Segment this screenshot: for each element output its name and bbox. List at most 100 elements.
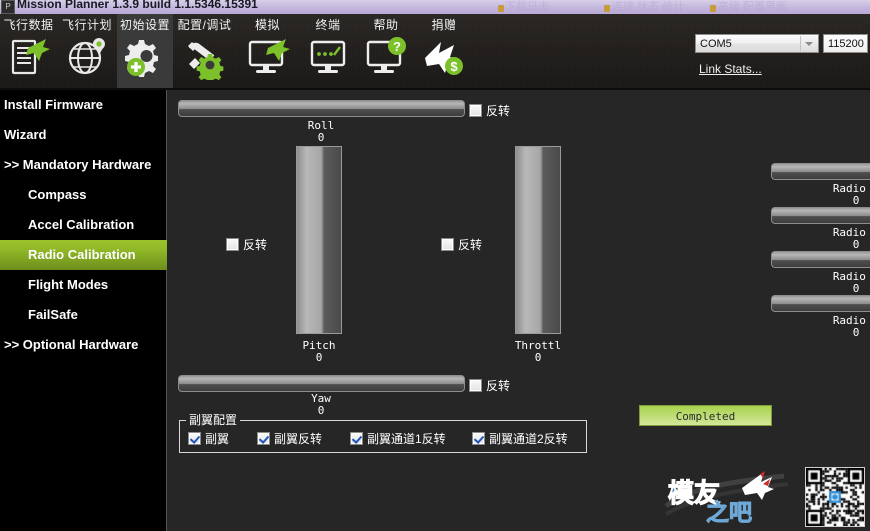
watermark-text-sub: 之吧 <box>706 499 752 525</box>
aileron-config-group: 副翼配置 副翼 副翼反转 副翼通道1反转 副翼通道2反转 <box>179 411 587 453</box>
tab-terminal-label: 终端 <box>315 18 341 32</box>
checkbox-box <box>350 432 363 446</box>
donate-icon: $ <box>421 36 467 80</box>
bg-window-tab-2: 连接 状态 统计 <box>612 1 685 13</box>
sidebar-item-optional-hardware[interactable]: >> Optional Hardware <box>0 330 170 360</box>
aileron-ch2-reverse-checkbox[interactable]: 副翼通道2反转 <box>472 430 568 448</box>
titlebar-bg-dot-3 <box>710 5 716 12</box>
simulation-icon <box>245 36 291 80</box>
baudrate-select[interactable]: 115200 <box>823 34 868 53</box>
throttle-reverse-label: 反转 <box>458 238 483 253</box>
aileron-reverse-checkbox[interactable]: 副翼反转 <box>257 430 322 448</box>
throttle-reverse-checkbox[interactable]: 反转 <box>441 236 482 254</box>
baudrate-value: 115200 <box>828 38 864 50</box>
pitch-reverse-checkbox[interactable]: 反转 <box>226 236 267 254</box>
tab-initial-setup-label: 初始设置 <box>119 18 170 32</box>
radio6-value: 0 <box>852 238 860 251</box>
checkbox-box <box>188 432 201 446</box>
checkbox-box <box>257 432 270 446</box>
link-stats-link[interactable]: Link Stats... <box>699 62 762 76</box>
window-titlebar: P Mission Planner 1.3.9 build 1.1.5346.1… <box>0 0 870 14</box>
roll-reverse-checkbox[interactable]: 反转 <box>469 102 510 120</box>
qr-code <box>805 467 865 527</box>
yaw-bar <box>178 375 465 392</box>
tab-config-tuning-label: 配置/调试 <box>177 18 232 32</box>
tab-config-tuning[interactable]: 配置/调试 <box>173 14 236 88</box>
mission-planner-window: P Mission Planner 1.3.9 build 1.1.5346.1… <box>0 0 870 531</box>
roll-value: 0 <box>317 131 325 144</box>
roll-bar <box>178 100 465 117</box>
tab-flight-plan-label: 飞行计划 <box>61 18 112 32</box>
flight-data-icon <box>6 36 52 80</box>
tab-donate-label: 捐赠 <box>431 18 457 32</box>
terminal-icon <box>305 36 351 80</box>
yaw-reverse-label: 反转 <box>486 379 511 394</box>
radio6-bar <box>771 207 870 224</box>
watermark-logo: 模友 之吧 <box>664 468 792 526</box>
yaw-value: 0 <box>317 404 325 417</box>
radio-calibration-panel: Roll 0 反转 Pitch 0 反转 Throttl 0 反转 Yaw 0 … <box>167 90 870 531</box>
tab-terminal[interactable]: 终端 <box>299 14 357 88</box>
aileron-ch2-reverse-label: 副翼通道2反转 <box>489 432 568 447</box>
tab-simulation-label: 模拟 <box>254 18 280 32</box>
window-title: Mission Planner 1.3.9 build 1.1.5346.153… <box>17 0 258 11</box>
pitch-bar <box>296 146 342 334</box>
checkbox-box <box>469 379 482 393</box>
svg-text:$: $ <box>450 59 458 74</box>
flight-plan-icon <box>64 36 110 80</box>
setup-sidebar: Install Firmware Wizard >> Mandatory Har… <box>0 90 195 531</box>
tab-help-label: 帮助 <box>373 18 399 32</box>
tab-help[interactable]: 帮助 ? <box>357 14 415 88</box>
tab-flight-data[interactable]: 飞行数据 <box>0 14 57 88</box>
sidebar-item-wizard[interactable]: Wizard <box>0 120 170 150</box>
checkbox-box <box>441 238 454 252</box>
radio5-value: 0 <box>852 194 860 207</box>
aileron-label: 副翼 <box>205 432 230 447</box>
tab-simulation[interactable]: 模拟 <box>236 14 299 88</box>
sidebar-item-accel-calibration[interactable]: Accel Calibration <box>0 210 194 240</box>
help-icon: ? <box>363 36 409 80</box>
radio7-bar <box>771 251 870 268</box>
initial-setup-icon <box>122 36 168 80</box>
sidebar-item-compass[interactable]: Compass <box>0 180 194 210</box>
radio8-bar <box>771 295 870 312</box>
sidebar-item-radio-calibration[interactable]: Radio Calibration <box>0 240 195 270</box>
sidebar-item-flight-modes[interactable]: Flight Modes <box>0 270 194 300</box>
radio5-bar <box>771 163 870 180</box>
tab-flight-data-label: 飞行数据 <box>3 18 54 32</box>
aileron-reverse-label: 副翼反转 <box>274 432 323 447</box>
checkbox-box <box>469 104 482 118</box>
aileron-ch1-reverse-checkbox[interactable]: 副翼通道1反转 <box>350 430 446 448</box>
completed-button[interactable]: Completed <box>639 405 772 426</box>
radio7-value: 0 <box>852 282 860 295</box>
svg-text:?: ? <box>393 39 401 54</box>
bg-window-tab-3: 高级 配置界面 <box>718 1 788 13</box>
bg-window-tab-1: 下载日志 <box>505 1 549 13</box>
comport-select[interactable]: COM5 <box>695 34 819 53</box>
radio8-value: 0 <box>852 326 860 339</box>
pitch-value: 0 <box>315 351 323 364</box>
sidebar-item-failsafe[interactable]: FailSafe <box>0 300 194 330</box>
aileron-ch1-reverse-label: 副翼通道1反转 <box>367 432 446 447</box>
tab-initial-setup[interactable]: 初始设置 <box>117 14 173 88</box>
chevron-down-icon[interactable] <box>800 36 817 51</box>
throttle-bar <box>515 146 561 334</box>
roll-reverse-label: 反转 <box>486 104 511 119</box>
tab-donate[interactable]: 捐赠 $ <box>415 14 473 88</box>
aileron-checkbox[interactable]: 副翼 <box>188 430 229 448</box>
pitch-reverse-label: 反转 <box>243 238 268 253</box>
app-icon: P <box>1 0 15 14</box>
tab-flight-plan[interactable]: 飞行计划 <box>57 14 117 88</box>
config-tuning-icon <box>182 36 228 80</box>
checkbox-box <box>226 238 239 252</box>
comport-value: COM5 <box>700 38 732 50</box>
checkbox-box <box>472 432 485 446</box>
titlebar-bg-dot-1 <box>498 5 504 12</box>
throttle-value: 0 <box>534 351 542 364</box>
yaw-reverse-checkbox[interactable]: 反转 <box>469 377 510 395</box>
sidebar-item-mandatory-hardware[interactable]: >> Mandatory Hardware <box>0 150 170 180</box>
titlebar-bg-dot-2 <box>604 5 610 12</box>
main-toolbar: 飞行数据 飞行计划 初始设置 配置/调试 模拟 终端 帮助 ? 捐赠 $ COM… <box>0 14 870 90</box>
sidebar-item-install-firmware[interactable]: Install Firmware <box>0 90 170 120</box>
aileron-config-title: 副翼配置 <box>186 411 241 428</box>
